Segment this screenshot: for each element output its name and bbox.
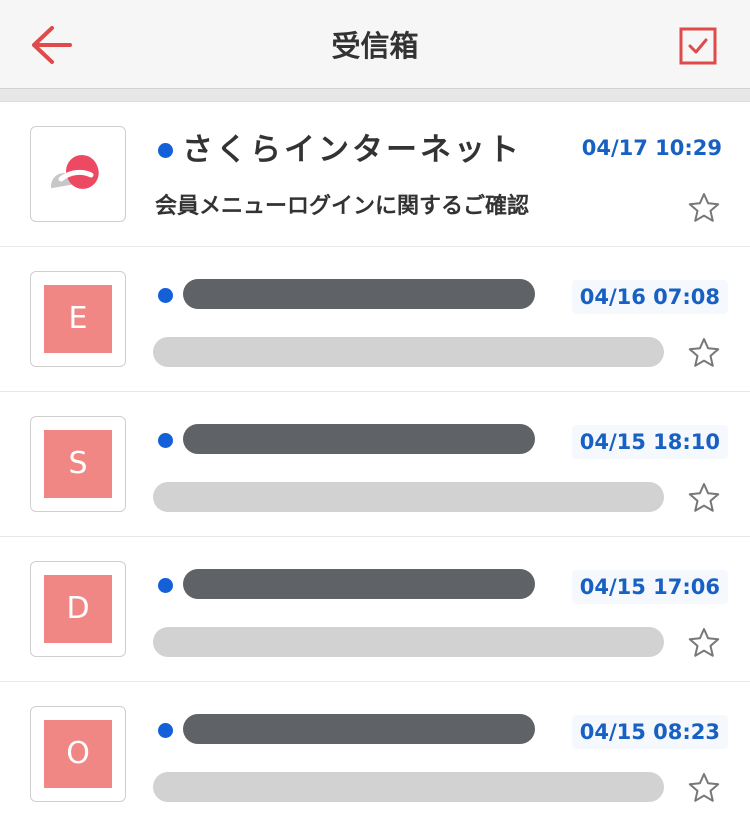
unread-indicator <box>158 578 173 593</box>
sender-avatar: O <box>30 706 126 802</box>
redacted-sender-name <box>183 714 535 744</box>
email-date: 04/17 10:29 <box>581 136 722 160</box>
star-button[interactable] <box>688 337 720 369</box>
star-button[interactable] <box>688 627 720 659</box>
sender-avatar: D <box>30 561 126 657</box>
redacted-sender-name <box>183 569 535 599</box>
star-icon <box>688 193 720 222</box>
star-icon <box>688 773 720 802</box>
sender-avatar: E <box>30 271 126 367</box>
redacted-sender-name <box>183 424 535 454</box>
email-row[interactable]: O 04/15 08:23 <box>0 682 750 827</box>
redacted-subject <box>153 482 664 512</box>
email-date: 04/15 08:23 <box>571 715 728 749</box>
email-row[interactable]: さくらインターネット 会員メニューログインに関するご確認 04/17 10:29 <box>0 102 750 247</box>
avatar-letter: D <box>44 575 112 643</box>
avatar-letter: O <box>44 720 112 788</box>
star-button[interactable] <box>688 772 720 804</box>
unread-indicator <box>158 723 173 738</box>
avatar-letter: E <box>44 285 112 353</box>
star-icon <box>688 338 720 367</box>
redacted-subject <box>153 337 664 367</box>
avatar-letter: S <box>44 430 112 498</box>
sender-avatar <box>30 126 126 222</box>
redacted-subject <box>153 772 664 802</box>
redacted-sender-name <box>183 279 535 309</box>
page-title: 受信箱 <box>331 29 419 63</box>
email-list: さくらインターネット 会員メニューログインに関するご確認 04/17 10:29… <box>0 102 750 827</box>
redacted-subject <box>153 627 664 657</box>
unread-indicator <box>158 143 173 158</box>
star-button[interactable] <box>688 482 720 514</box>
sender-name: さくらインターネット <box>182 132 522 168</box>
email-row[interactable]: D 04/15 17:06 <box>0 537 750 682</box>
email-date: 04/15 17:06 <box>571 570 728 604</box>
star-icon <box>688 483 720 512</box>
select-mode-button[interactable] <box>679 27 717 65</box>
unread-indicator <box>158 288 173 303</box>
checkbox-checked-icon <box>679 27 717 65</box>
email-subject: 会員メニューログインに関するご確認 <box>155 194 530 219</box>
email-row[interactable]: S 04/15 18:10 <box>0 392 750 537</box>
email-row[interactable]: E 04/16 07:08 <box>0 247 750 392</box>
sender-avatar: S <box>30 416 126 512</box>
email-date: 04/15 18:10 <box>571 425 728 459</box>
unread-indicator <box>158 433 173 448</box>
app-header: 受信箱 <box>0 0 750 89</box>
star-button[interactable] <box>688 192 720 224</box>
sakura-logo-icon <box>51 155 99 189</box>
email-date: 04/16 07:08 <box>571 280 728 314</box>
star-icon <box>688 628 720 657</box>
